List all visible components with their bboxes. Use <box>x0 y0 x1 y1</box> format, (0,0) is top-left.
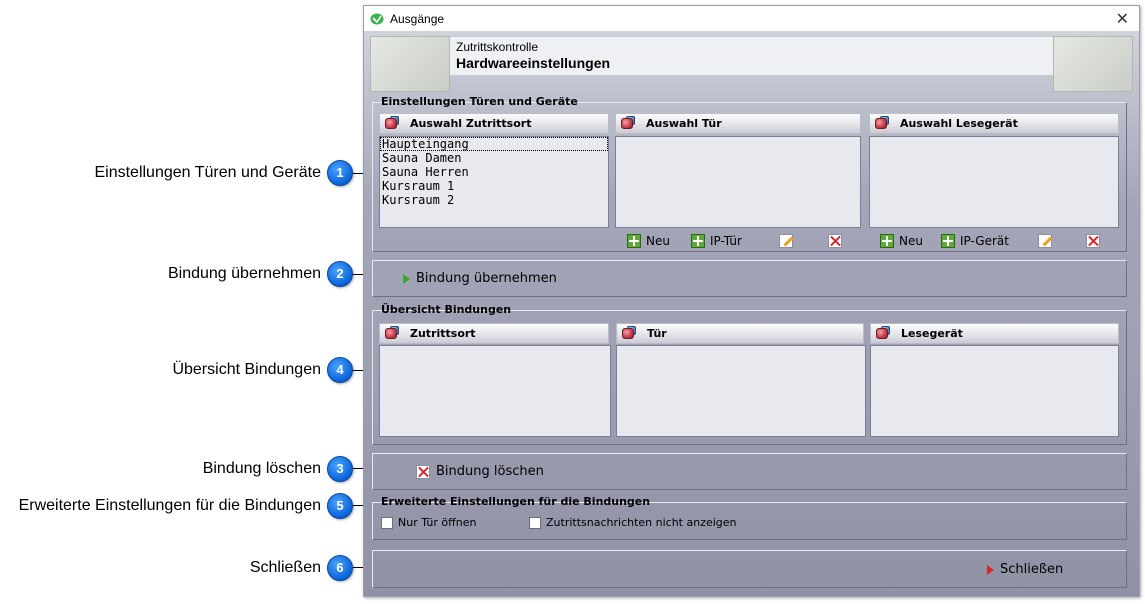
door-icon <box>620 116 636 131</box>
delete-icon <box>1086 234 1100 248</box>
list-item[interactable]: Kursraum 2 <box>380 193 608 207</box>
extended-group: Erweiterte Einstellungen für die Bindung… <box>372 495 1127 540</box>
annotation-label-5: Erweiterte Einstellungen für die Bindung… <box>18 497 321 514</box>
nur-tuer-oeffnen-checkbox[interactable]: Nur Tür öffnen <box>381 516 476 529</box>
list-item[interactable]: Haupteingang <box>380 137 608 151</box>
annotation-badge-3: 3 <box>327 456 353 482</box>
window-title: Ausgänge <box>390 11 445 26</box>
annotation-label-1: Einstellungen Türen und Geräte <box>94 164 321 181</box>
edit-icon <box>779 234 793 248</box>
add-icon <box>691 234 705 248</box>
settings-group: Einstellungen Türen und Geräte Auswahl Z… <box>372 95 1127 252</box>
reader-icon <box>874 116 890 131</box>
delete-binding-button[interactable]: Bindung löschen <box>416 464 544 479</box>
tuer-edit-button[interactable] <box>779 232 798 250</box>
delete-panel: Bindung löschen <box>372 453 1127 490</box>
tuer-ip-button[interactable]: IP-Tür <box>691 232 742 250</box>
app-icon <box>370 13 384 24</box>
bind-button[interactable]: Bindung übernehmen <box>403 271 557 286</box>
overview-zutrittsort-list[interactable] <box>379 345 611 437</box>
checkbox-box[interactable] <box>529 516 541 529</box>
header-text-area: Zutrittskontrolle Hardwareeinstellungen <box>450 36 1053 76</box>
zutrittsnachrichten-checkbox[interactable]: Zutrittsnachrichten nicht anzeigen <box>529 516 737 529</box>
settings-group-legend: Einstellungen Türen und Geräte <box>381 95 578 108</box>
geraet-edit-button[interactable] <box>1038 232 1057 250</box>
reader-icon <box>875 326 891 341</box>
header-image-left <box>370 36 450 92</box>
annotation-label-4: Übersicht Bindungen <box>172 361 321 378</box>
play-green-icon <box>403 273 410 284</box>
delete-record-icon <box>416 464 430 479</box>
geraet-ip-button[interactable]: IP-Gerät <box>941 232 1009 250</box>
delete-icon <box>828 234 842 248</box>
list-item[interactable]: Sauna Herren <box>380 165 608 179</box>
header-image-right <box>1053 36 1133 92</box>
window-close-button[interactable]: ✕ <box>1116 9 1129 28</box>
annotation-badge-4: 4 <box>327 357 353 383</box>
dialog-client-area: Zutrittskontrolle Hardwareeinstellungen … <box>364 31 1139 596</box>
title-bar[interactable]: Ausgänge ✕ <box>364 6 1139 31</box>
overview-group: Übersicht Bindungen Zutrittsort Tür Lese… <box>372 303 1127 445</box>
overview-tuer-list[interactable] <box>616 345 866 437</box>
add-icon <box>941 234 955 248</box>
overview-lesegeraet-list[interactable] <box>870 345 1119 437</box>
location-icon <box>384 326 400 341</box>
annotation-label-6: Schließen <box>249 559 321 576</box>
dialog-window: Ausgänge ✕ Zutrittskontrolle Hardwareein… <box>363 5 1140 597</box>
annotation-label-2: Bindung übernehmen <box>167 265 321 282</box>
extended-group-legend: Erweiterte Einstellungen für die Bindung… <box>381 495 651 508</box>
header-auswahl-tuer: Auswahl Tür <box>615 113 861 134</box>
header-title: Hardwareeinstellungen <box>456 55 611 71</box>
header-auswahl-lesegeraet: Auswahl Lesegerät <box>869 113 1119 134</box>
list-item[interactable]: Kursraum 1 <box>380 179 608 193</box>
checkbox-box[interactable] <box>381 516 393 529</box>
zutrittsort-listbox[interactable]: Haupteingang Sauna Damen Sauna Herren Ku… <box>379 136 609 228</box>
header-zutrittsort: Zutrittsort <box>379 323 609 344</box>
geraet-neu-button[interactable]: Neu <box>880 232 923 250</box>
tuer-delete-button[interactable] <box>828 232 847 250</box>
close-button[interactable]: Schließen <box>987 562 1063 577</box>
annotation-badge-6: 6 <box>327 555 353 581</box>
list-item[interactable]: Sauna Damen <box>380 151 608 165</box>
door-icon <box>621 326 637 341</box>
tuer-listbox[interactable] <box>615 136 861 228</box>
play-red-icon <box>987 564 994 575</box>
header-subtitle: Zutrittskontrolle <box>456 40 539 54</box>
overview-group-legend: Übersicht Bindungen <box>381 303 512 316</box>
tuer-neu-button[interactable]: Neu <box>627 232 670 250</box>
bind-panel: Bindung übernehmen <box>372 260 1127 297</box>
location-icon <box>384 116 400 131</box>
annotation-badge-1: 1 <box>327 160 353 186</box>
annotation-badge-2: 2 <box>327 261 353 287</box>
header-lesegeraet: Lesegerät <box>870 323 1119 344</box>
lesegeraet-listbox[interactable] <box>869 136 1119 228</box>
add-icon <box>627 234 641 248</box>
geraet-delete-button[interactable] <box>1086 232 1105 250</box>
annotation-badge-5: 5 <box>327 493 353 519</box>
close-panel: Schließen <box>372 550 1127 588</box>
annotation-label-3: Bindung löschen <box>202 460 321 477</box>
header-strip: Zutrittskontrolle Hardwareeinstellungen <box>370 36 1133 92</box>
add-icon <box>880 234 894 248</box>
header-tuer: Tür <box>616 323 864 344</box>
edit-icon <box>1038 234 1052 248</box>
header-auswahl-zutrittsort: Auswahl Zutrittsort <box>379 113 609 134</box>
